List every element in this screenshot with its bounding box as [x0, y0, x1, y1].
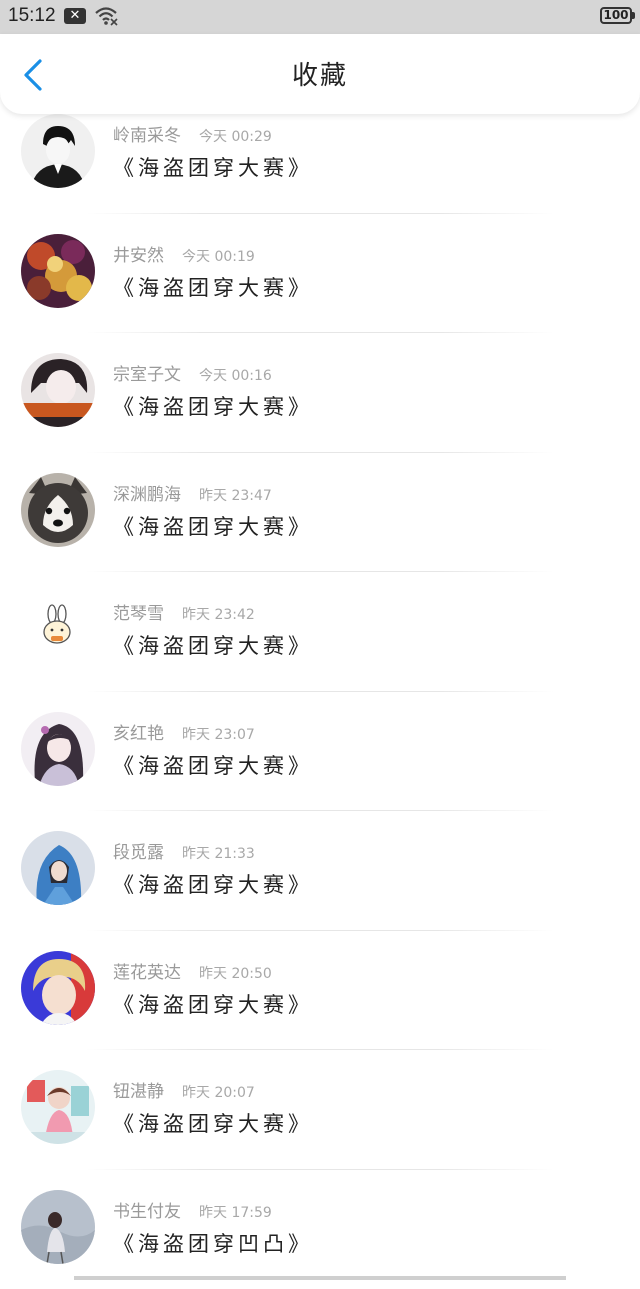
avatar[interactable]	[21, 592, 95, 666]
work-title[interactable]: 《海盗团穿大赛》	[113, 989, 313, 1019]
timestamp: 昨天 23:07	[182, 727, 255, 743]
work-title[interactable]: 《海盗团穿大赛》	[113, 1108, 313, 1138]
avatar[interactable]	[21, 1070, 95, 1144]
work-title[interactable]: 《海盗团穿大赛》	[113, 630, 313, 660]
list-item[interactable]: 范琴雪 昨天 23:42 《海盗团穿大赛》	[0, 572, 640, 692]
user-name: 段觅露	[113, 843, 164, 863]
list-item[interactable]: 深渊鹏海 昨天 23:47 《海盗团穿大赛》	[0, 453, 640, 573]
user-name: 井安然	[113, 246, 164, 266]
timestamp: 昨天 21:33	[182, 846, 255, 862]
user-name: 深渊鹏海	[113, 485, 181, 505]
list-item[interactable]: 莲花英达 昨天 20:50 《海盗团穿大赛》	[0, 931, 640, 1051]
battery-icon: 100	[600, 7, 632, 24]
list-item[interactable]: 书生付友 昨天 17:59 《海盗团穿凹凸》	[0, 1170, 640, 1289]
header: 收藏	[0, 34, 640, 114]
timestamp: 今天 00:29	[199, 129, 272, 145]
user-name: 岭南采冬	[113, 126, 181, 146]
avatar[interactable]	[21, 951, 95, 1025]
favorites-list: 岭南采冬 今天 00:29 《海盗团穿大赛》 井安然 今天 00:19 《海盗团穿大…	[0, 94, 640, 1289]
timestamp: 昨天 17:59	[199, 1205, 272, 1221]
avatar[interactable]	[21, 712, 95, 786]
avatar[interactable]	[21, 831, 95, 905]
status-bar: 15:12 ✕ 100	[0, 0, 640, 34]
user-name: 宗室子文	[113, 365, 181, 385]
user-name: 亥红艳	[113, 724, 164, 744]
work-title[interactable]: 《海盗团穿大赛》	[113, 869, 313, 899]
page-title: 收藏	[0, 34, 640, 118]
work-title[interactable]: 《海盗团穿大赛》	[113, 750, 313, 780]
user-name: 范琴雪	[113, 604, 164, 624]
list-item[interactable]: 亥红艳 昨天 23:07 《海盗团穿大赛》	[0, 692, 640, 812]
work-title[interactable]: 《海盗团穿大赛》	[113, 391, 313, 421]
timestamp: 昨天 20:07	[182, 1085, 255, 1101]
avatar[interactable]	[21, 114, 95, 188]
user-name: 莲花英达	[113, 963, 181, 983]
timestamp: 昨天 20:50	[199, 966, 272, 982]
avatar[interactable]	[21, 473, 95, 547]
user-name: 钮湛静	[113, 1082, 164, 1102]
status-time: 15:12	[8, 5, 56, 27]
avatar[interactable]	[21, 1190, 95, 1264]
wifi-icon	[94, 6, 118, 26]
work-title[interactable]: 《海盗团穿凹凸》	[113, 1228, 313, 1258]
timestamp: 昨天 23:47	[199, 488, 272, 504]
avatar[interactable]	[21, 353, 95, 427]
user-name: 书生付友	[113, 1202, 181, 1222]
work-title[interactable]: 《海盗团穿大赛》	[113, 511, 313, 541]
timestamp: 昨天 23:42	[182, 607, 255, 623]
work-title[interactable]: 《海盗团穿大赛》	[113, 152, 313, 182]
list-item[interactable]: 钮湛静 昨天 20:07 《海盗团穿大赛》	[0, 1050, 640, 1170]
back-button[interactable]	[18, 58, 48, 92]
notification-icon: ✕	[64, 8, 86, 24]
timestamp: 今天 00:16	[199, 368, 272, 384]
chevron-left-icon	[18, 58, 48, 92]
work-title[interactable]: 《海盗团穿大赛》	[113, 272, 313, 302]
list-item[interactable]: 井安然 今天 00:19 《海盗团穿大赛》	[0, 214, 640, 334]
avatar[interactable]	[21, 234, 95, 308]
timestamp: 今天 00:19	[182, 249, 255, 265]
list-item[interactable]: 段觅露 昨天 21:33 《海盗团穿大赛》	[0, 811, 640, 931]
list-item[interactable]: 宗室子文 今天 00:16 《海盗团穿大赛》	[0, 333, 640, 453]
